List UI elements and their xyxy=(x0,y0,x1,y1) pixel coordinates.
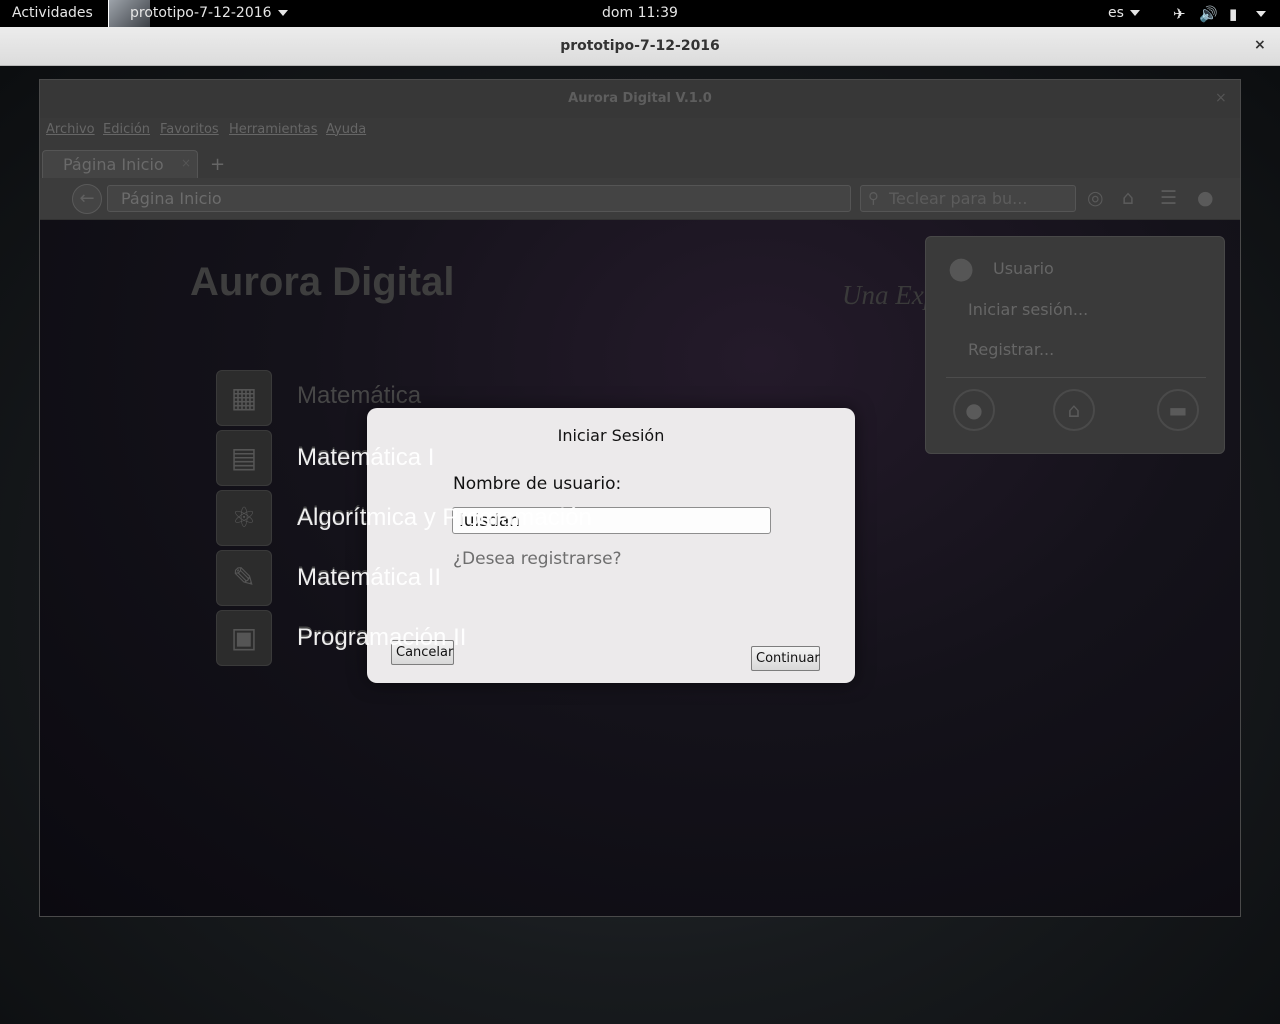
register-menu-item[interactable]: Registrar... xyxy=(968,340,1054,359)
home-icon[interactable]: ⌂ xyxy=(1122,187,1134,209)
back-button[interactable]: ← xyxy=(72,184,102,214)
app-titlebar: Aurora Digital V.1.0 × xyxy=(40,80,1240,118)
tab-label: Página Inicio xyxy=(63,155,164,174)
menu-edicion[interactable]: Edición xyxy=(103,122,150,137)
tab-pagina-inicio[interactable]: Página Inicio × xyxy=(42,150,198,178)
calculator-icon: ▦ xyxy=(216,370,272,426)
host-window-close-button[interactable]: × xyxy=(1254,37,1266,53)
host-window-title: prototipo-7-12-2016 xyxy=(560,38,720,54)
address-text: Página Inicio xyxy=(121,189,222,208)
home-icon: ⌂ xyxy=(1067,398,1081,422)
host-window-titlebar: prototipo-7-12-2016 × xyxy=(0,27,1280,66)
register-link[interactable]: ¿Desea registrarse? xyxy=(453,549,622,569)
new-tab-button[interactable]: + xyxy=(210,154,225,175)
app-menu-label: prototipo-7-12-2016 xyxy=(130,5,272,21)
dialog-title: Iniciar Sesión xyxy=(557,426,665,445)
search-icon: ⚲ xyxy=(868,189,879,207)
abacus-icon: ▤ xyxy=(216,430,272,486)
binary-monitor-icon: ▣ xyxy=(216,610,272,666)
airplane-icon[interactable]: ✈ xyxy=(1173,5,1186,23)
popover-divider xyxy=(946,377,1206,378)
home-button[interactable]: ⌂ xyxy=(1053,389,1095,431)
tagline: Una Exp xyxy=(842,280,938,310)
subject-label: Matemática xyxy=(297,382,422,409)
compass-icon[interactable]: ◎ xyxy=(1087,187,1104,209)
continue-button[interactable]: Continuar xyxy=(751,646,820,671)
brand-title: Aurora Digital xyxy=(190,260,455,304)
activities-button[interactable]: Actividades xyxy=(12,5,93,21)
address-bar[interactable]: Página Inicio xyxy=(107,185,851,212)
battery-icon[interactable]: ▮ xyxy=(1229,5,1237,23)
tab-bar: Página Inicio × + xyxy=(40,142,1240,178)
volume-icon[interactable]: 🔊 xyxy=(1199,5,1218,23)
user-popover: ● Usuario Iniciar sesión... Registrar...… xyxy=(925,236,1225,454)
system-menu-caret-icon[interactable] xyxy=(1256,11,1266,17)
search-input[interactable]: ⚲ Teclear para bu... xyxy=(860,185,1076,212)
arrow-left-icon: ← xyxy=(79,188,95,209)
overlay-text-algoritmica: Algorítmica y Programación xyxy=(297,504,592,531)
menu-favoritos[interactable]: Favoritos xyxy=(160,122,219,137)
language-indicator[interactable]: es xyxy=(1108,5,1140,21)
display-button[interactable]: ▬ xyxy=(1157,389,1199,431)
login-menu-item[interactable]: Iniciar sesión... xyxy=(968,300,1088,319)
user-popover-title: Usuario xyxy=(993,259,1054,278)
menu-archivo[interactable]: Archivo xyxy=(46,122,95,137)
menubar: Archivo Edición Favoritos Herramientas A… xyxy=(40,118,1240,142)
overlay-text-matematica-ii: Matemática II xyxy=(297,564,442,591)
display-icon: ▬ xyxy=(1168,398,1188,422)
gnome-top-bar: Actividades prototipo-7-12-2016 dom 11:3… xyxy=(0,0,1280,27)
navigation-bar: ← Página Inicio ⚲ Teclear para bu... ◎ ⌂… xyxy=(40,178,1240,220)
clock-button[interactable]: dom 11:39 xyxy=(602,5,678,21)
tab-close-button[interactable]: × xyxy=(181,156,191,170)
atom-icon: ⚛ xyxy=(216,490,272,546)
list-icon[interactable]: ☰ xyxy=(1160,187,1177,209)
app-title: Aurora Digital V.1.0 xyxy=(568,91,712,106)
app-menu-caret-icon xyxy=(277,10,288,16)
user-icon: ● xyxy=(948,251,975,286)
overlay-text-matematica-i: Matemática I xyxy=(297,444,435,471)
user-profile-button[interactable]: ● xyxy=(953,389,995,431)
user-icon[interactable]: ● xyxy=(1197,187,1214,209)
language-caret-icon xyxy=(1129,10,1140,16)
overlay-text-programacion-ii: Programación II xyxy=(297,624,467,651)
notebook-icon: ✎ xyxy=(216,550,272,606)
app-close-button[interactable]: × xyxy=(1215,90,1227,106)
menu-ayuda[interactable]: Ayuda xyxy=(326,122,366,137)
language-label: es xyxy=(1108,5,1124,21)
search-placeholder: Teclear para bu... xyxy=(889,189,1028,208)
user-icon: ● xyxy=(965,398,983,422)
app-menu-button[interactable]: prototipo-7-12-2016 xyxy=(130,5,288,21)
username-label: Nombre de usuario: xyxy=(453,474,622,494)
menu-herramientas[interactable]: Herramientas xyxy=(229,122,318,137)
